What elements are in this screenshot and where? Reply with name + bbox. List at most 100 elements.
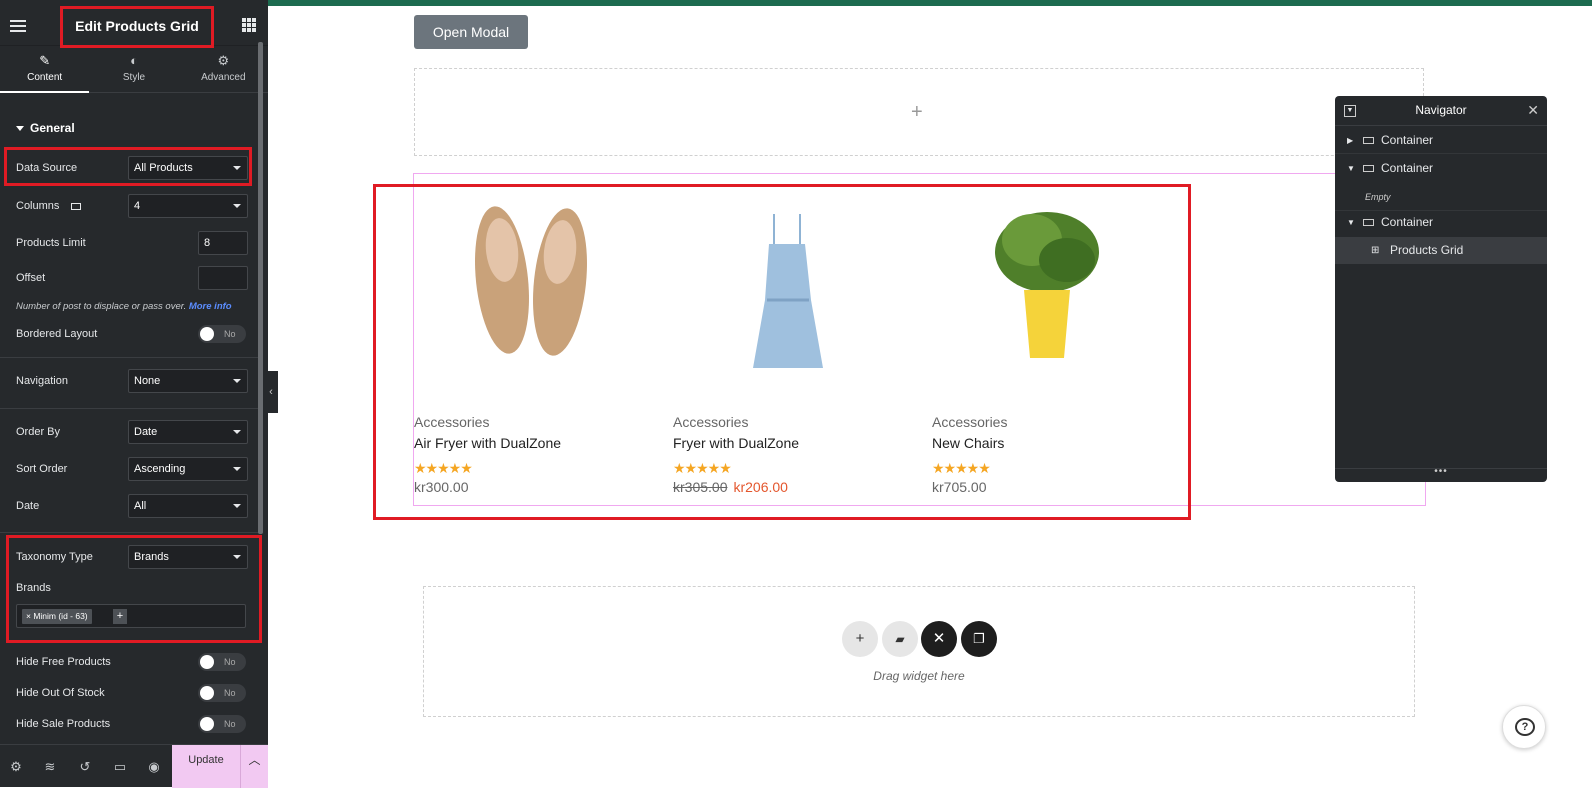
- date-label: Date: [16, 500, 40, 512]
- drag-widget-text: Drag widget here: [873, 669, 965, 683]
- toggle-text: No: [224, 657, 236, 667]
- products-limit-input[interactable]: 8: [198, 231, 248, 255]
- history-icon[interactable]: ↺: [77, 759, 93, 775]
- resize-handle-icon[interactable]: •••: [1335, 466, 1547, 477]
- hint-text: Number of post to displace or pass over.: [16, 301, 187, 312]
- menu-icon[interactable]: [10, 20, 26, 32]
- hide-free-control: Hide Free Products No: [16, 650, 248, 674]
- bordered-layout-control: Bordered Layout No: [16, 322, 248, 346]
- highlight-taxonomy: [6, 535, 262, 643]
- navigation-label: Navigation: [16, 375, 68, 387]
- tab-label: Style: [122, 72, 146, 83]
- add-section-button[interactable]: +: [842, 621, 878, 657]
- toggle-knob: [200, 327, 214, 341]
- collapse-panel-button[interactable]: ‹: [264, 371, 278, 413]
- products-limit-label: Products Limit: [16, 237, 86, 249]
- bordered-layout-toggle[interactable]: No: [198, 325, 246, 343]
- update-button[interactable]: Update: [172, 745, 240, 788]
- settings-gear-icon[interactable]: ⚙: [8, 759, 24, 775]
- container-icon: [1363, 165, 1374, 172]
- hide-oos-control: Hide Out Of Stock No: [16, 681, 248, 705]
- divider: [0, 408, 260, 409]
- navigation-select[interactable]: None: [128, 369, 248, 393]
- tab-advanced[interactable]: ⚙ Advanced: [179, 47, 268, 92]
- columns-label: Columns: [16, 194, 82, 218]
- tab-content[interactable]: ✎ Content: [0, 47, 90, 93]
- navigator-empty-label: Empty: [1365, 192, 1391, 202]
- order-by-label: Order By: [16, 426, 61, 438]
- hide-oos-toggle[interactable]: No: [198, 684, 246, 702]
- sort-order-label: Sort Order: [16, 463, 68, 475]
- caret-down-icon[interactable]: ▼: [1347, 209, 1355, 236]
- section-title: General: [30, 121, 75, 135]
- hide-free-label: Hide Free Products: [16, 656, 111, 668]
- hide-sale-toggle[interactable]: No: [198, 715, 246, 733]
- section-general-toggle[interactable]: General: [16, 121, 75, 135]
- pencil-icon: ✎: [39, 53, 51, 68]
- copy-icon[interactable]: ❐: [961, 621, 997, 657]
- navigator-item-products-grid[interactable]: ⊞ Products Grid: [1335, 237, 1547, 264]
- caret-down-icon: [16, 126, 24, 132]
- products-limit-control: Products Limit 8: [16, 231, 248, 255]
- layers-icon[interactable]: ≋: [42, 759, 58, 775]
- hide-oos-label: Hide Out Of Stock: [16, 687, 105, 699]
- add-element-icon[interactable]: +: [911, 101, 923, 124]
- sort-order-control: Sort Order Ascending: [16, 457, 248, 481]
- navigator-item-label: Products Grid: [1390, 243, 1464, 257]
- navigator-item-label: Container: [1381, 215, 1434, 229]
- toggle-knob: [200, 655, 214, 669]
- columns-select[interactable]: 4: [128, 194, 248, 218]
- toggle-text: No: [224, 688, 236, 698]
- open-modal-button[interactable]: Open Modal: [414, 15, 528, 49]
- navigator-item-container[interactable]: ▶ Container: [1335, 127, 1547, 154]
- gear-icon: ⚙: [217, 53, 230, 68]
- columns-label-text: Columns: [16, 200, 60, 212]
- contrast-icon: ◐: [130, 53, 138, 68]
- desktop-icon[interactable]: [71, 202, 82, 210]
- date-select[interactable]: All: [128, 494, 248, 518]
- sort-order-select[interactable]: Ascending: [128, 457, 248, 481]
- offset-input[interactable]: [198, 266, 248, 290]
- folder-icon[interactable]: ▰: [882, 621, 918, 657]
- offset-label: Offset: [16, 272, 46, 284]
- navigation-control: Navigation None: [16, 369, 248, 393]
- tab-label: Advanced: [201, 72, 246, 83]
- caret-right-icon[interactable]: ▶: [1347, 127, 1353, 154]
- columns-control: Columns 4: [16, 194, 248, 218]
- panel-scrollbar[interactable]: [258, 42, 263, 534]
- navigator-item-label: Container: [1381, 161, 1434, 175]
- container-icon: [1363, 137, 1374, 144]
- preview-eye-icon[interactable]: ◉: [146, 759, 162, 775]
- help-button[interactable]: ?: [1502, 705, 1546, 749]
- navigator-item-label: Container: [1381, 133, 1434, 147]
- navigator-panel: ▼ Navigator ✕ ▶ Container ▼ Container Empt…: [1335, 96, 1547, 482]
- container-icon: [1363, 219, 1374, 226]
- navigator-item-container[interactable]: ▼ Container: [1335, 209, 1547, 236]
- tab-label: Content: [27, 72, 63, 83]
- help-icon: ?: [1515, 718, 1535, 736]
- bordered-layout-label: Bordered Layout: [16, 328, 98, 340]
- close-icon[interactable]: ✕: [1527, 102, 1539, 119]
- toggle-text: No: [224, 329, 236, 339]
- order-by-select[interactable]: Date: [128, 420, 248, 444]
- panel-tabs: ✎ Content ◐ Style ⚙ Advanced: [0, 47, 268, 93]
- responsive-icon[interactable]: ▭: [112, 759, 128, 775]
- toggle-knob: [200, 686, 214, 700]
- tab-style[interactable]: ◐ Style: [89, 47, 178, 92]
- hide-free-toggle[interactable]: No: [198, 653, 246, 671]
- drop-zone[interactable]: + ▰ ✕ ❐ Drag widget here: [423, 586, 1415, 717]
- divider: [0, 532, 260, 533]
- chevron-up-icon[interactable]: ︿: [240, 745, 268, 788]
- toggle-text: No: [224, 719, 236, 729]
- empty-container[interactable]: +: [414, 68, 1424, 156]
- divider: [0, 357, 260, 358]
- x-icon[interactable]: ✕: [921, 621, 957, 657]
- editor-panel: Edit Products Grid ✎ Content ◐ Style ⚙ A…: [0, 0, 268, 788]
- date-control: Date All: [16, 494, 248, 518]
- more-info-link[interactable]: More info: [189, 301, 232, 312]
- panel-header: Edit Products Grid: [0, 6, 268, 48]
- caret-down-icon[interactable]: ▼: [1347, 155, 1355, 182]
- toggle-knob: [200, 717, 214, 731]
- navigator-item-container[interactable]: ▼ Container: [1335, 155, 1547, 182]
- widgets-grid-icon[interactable]: [242, 18, 256, 32]
